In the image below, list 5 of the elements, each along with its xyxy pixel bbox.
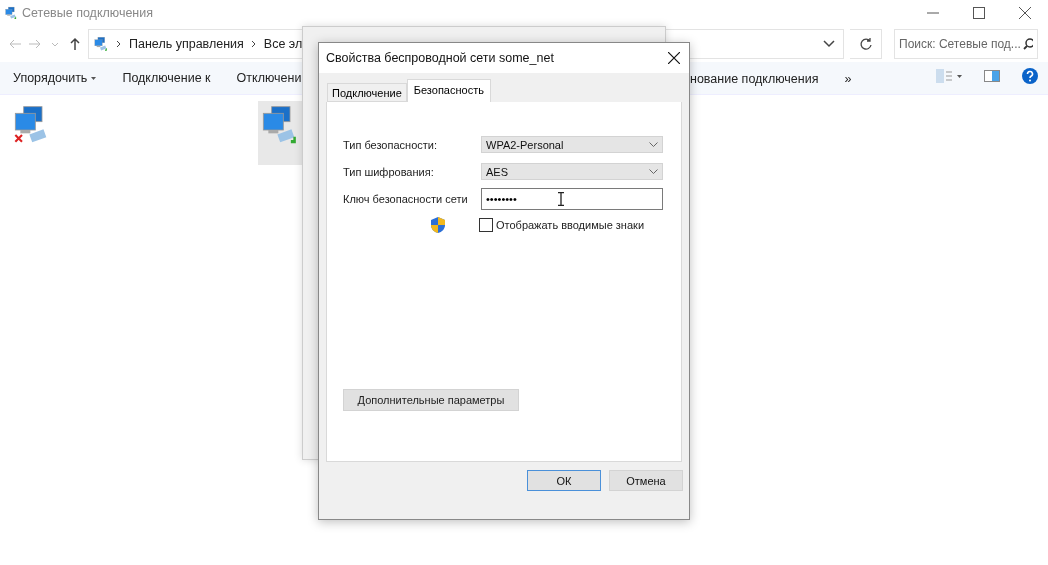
dialog-title: Свойства беспроводной сети some_net bbox=[326, 51, 554, 65]
field-label: Ключ безопасности сети bbox=[343, 192, 469, 205]
field-label: Тип шифрования: bbox=[343, 165, 435, 178]
field-label: Тип безопасности: bbox=[343, 138, 438, 151]
window-title: Сетевые подключения bbox=[22, 6, 153, 20]
